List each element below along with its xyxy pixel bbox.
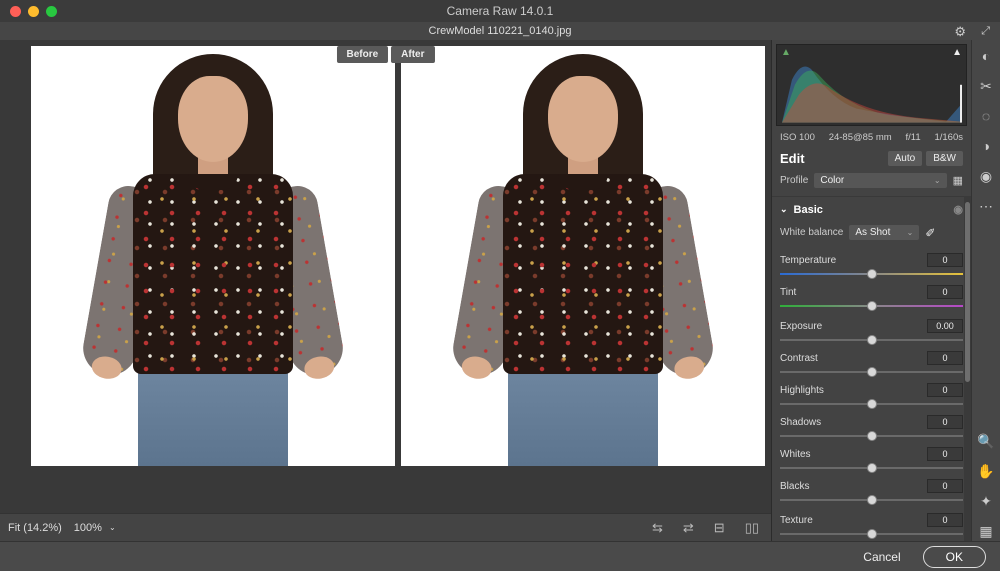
shadows-label: Shadows	[780, 417, 821, 428]
whites-slider[interactable]	[780, 463, 963, 473]
redeye-tool-icon[interactable]: ◉	[976, 166, 996, 186]
tool-strip: ◐ ✂ ◌ ◑ ◉ ⋯ 🔍 ✋ ✦ ▦	[971, 40, 1000, 541]
histogram[interactable]: ▲ ▲	[776, 44, 967, 126]
chevron-down-icon: ⌄	[934, 176, 941, 185]
swap-icon[interactable]: ⇄	[679, 520, 698, 536]
document-title-bar: CrewModel 110221_0140.jpg ⚙ ⤢	[0, 22, 1000, 40]
settings-icon[interactable]: ⚙	[954, 24, 966, 40]
filmstrip-icon[interactable]: ▯▯	[741, 520, 763, 536]
edit-panel: ▲ ▲ ISO 100 24-85@85 mm f/11 1/160s Edit…	[771, 40, 971, 541]
whites-value[interactable]: 0	[927, 447, 963, 461]
tint-slider[interactable]	[780, 301, 963, 311]
dialog-footer: Cancel OK	[0, 541, 1000, 571]
profile-browser-icon[interactable]: ▦	[953, 174, 963, 187]
visibility-icon[interactable]: ◉	[953, 203, 963, 216]
sliders-container: Temperature 0 Tint 0 Exposure 0.00 Contra…	[772, 245, 971, 541]
before-tab[interactable]: Before	[336, 46, 388, 63]
fit-zoom-label[interactable]: Fit (14.2%)	[8, 522, 62, 534]
zoom-select[interactable]: 100%⌄	[74, 522, 116, 534]
copy-settings-icon[interactable]: ⊟	[710, 520, 729, 536]
fullscreen-icon[interactable]: ⤢	[981, 25, 990, 38]
contrast-value[interactable]: 0	[927, 351, 963, 365]
tint-label: Tint	[780, 287, 796, 298]
temperature-slider[interactable]	[780, 269, 963, 279]
mask-tool-icon[interactable]: ◑	[976, 136, 996, 156]
zoom-tool-icon[interactable]: 🔍	[976, 431, 996, 451]
window-titlebar: Camera Raw 14.0.1	[0, 0, 1000, 22]
shutter-label: 1/160s	[934, 132, 963, 143]
texture-slider[interactable]	[780, 529, 963, 539]
before-image[interactable]	[31, 46, 395, 466]
aperture-label: f/11	[906, 132, 921, 143]
bw-button[interactable]: B&W	[926, 151, 963, 166]
panel-scrollbar[interactable]	[964, 196, 971, 541]
canvas-footer: Fit (14.2%) 100%⌄ ⇆ ⇄ ⊟ ▯▯	[0, 513, 771, 541]
exposure-value[interactable]: 0.00	[927, 319, 963, 333]
highlights-label: Highlights	[780, 385, 824, 396]
highlights-slider[interactable]	[780, 399, 963, 409]
shadows-value[interactable]: 0	[927, 415, 963, 429]
texture-label: Texture	[780, 515, 813, 526]
sampler-tool-icon[interactable]: ✦	[976, 491, 996, 511]
shadows-slider[interactable]	[780, 431, 963, 441]
contrast-slider[interactable]	[780, 367, 963, 377]
profile-label: Profile	[780, 175, 808, 186]
lens-label: 24-85@85 mm	[829, 132, 892, 143]
highlights-value[interactable]: 0	[927, 383, 963, 397]
blacks-value[interactable]: 0	[927, 479, 963, 493]
whites-label: Whites	[780, 449, 811, 460]
texture-value[interactable]: 0	[927, 513, 963, 527]
ok-button[interactable]: OK	[923, 546, 986, 568]
contrast-label: Contrast	[780, 353, 818, 364]
chevron-down-icon: ⌄	[780, 204, 788, 215]
compare-toggle-icon[interactable]: ⇆	[648, 520, 667, 536]
filename-label: CrewModel 110221_0140.jpg	[429, 25, 572, 37]
image-metadata: ISO 100 24-85@85 mm f/11 1/160s	[772, 130, 971, 147]
blacks-slider[interactable]	[780, 495, 963, 505]
edit-heading: Edit	[780, 151, 805, 166]
after-image[interactable]	[401, 46, 765, 466]
presets-icon[interactable]: ⋯	[976, 196, 996, 216]
chevron-down-icon: ⌄	[907, 228, 914, 237]
temperature-label: Temperature	[780, 255, 836, 266]
crop-tool-icon[interactable]: ✂	[976, 76, 996, 96]
exposure-slider[interactable]	[780, 335, 963, 345]
edit-tool-icon[interactable]: ◐	[976, 46, 996, 66]
iso-label: ISO 100	[780, 132, 815, 143]
blacks-label: Blacks	[780, 481, 809, 492]
cancel-button[interactable]: Cancel	[853, 546, 910, 568]
white-balance-select[interactable]: As Shot⌄	[849, 225, 919, 240]
tint-value[interactable]: 0	[927, 285, 963, 299]
profile-select[interactable]: Color⌄	[814, 173, 946, 188]
exposure-label: Exposure	[780, 321, 822, 332]
grid-tool-icon[interactable]: ▦	[976, 521, 996, 541]
temperature-value[interactable]: 0	[927, 253, 963, 267]
after-tab[interactable]: After	[391, 46, 434, 63]
eyedropper-icon[interactable]: ✐	[925, 226, 935, 240]
auto-button[interactable]: Auto	[888, 151, 923, 166]
basic-section-header[interactable]: ⌄ Basic ◉	[780, 203, 963, 216]
heal-tool-icon[interactable]: ◌	[976, 106, 996, 126]
white-balance-label: White balance	[780, 227, 843, 238]
canvas-area: Before After	[0, 40, 771, 541]
hand-tool-icon[interactable]: ✋	[976, 461, 996, 481]
app-title: Camera Raw 14.0.1	[0, 4, 1000, 18]
